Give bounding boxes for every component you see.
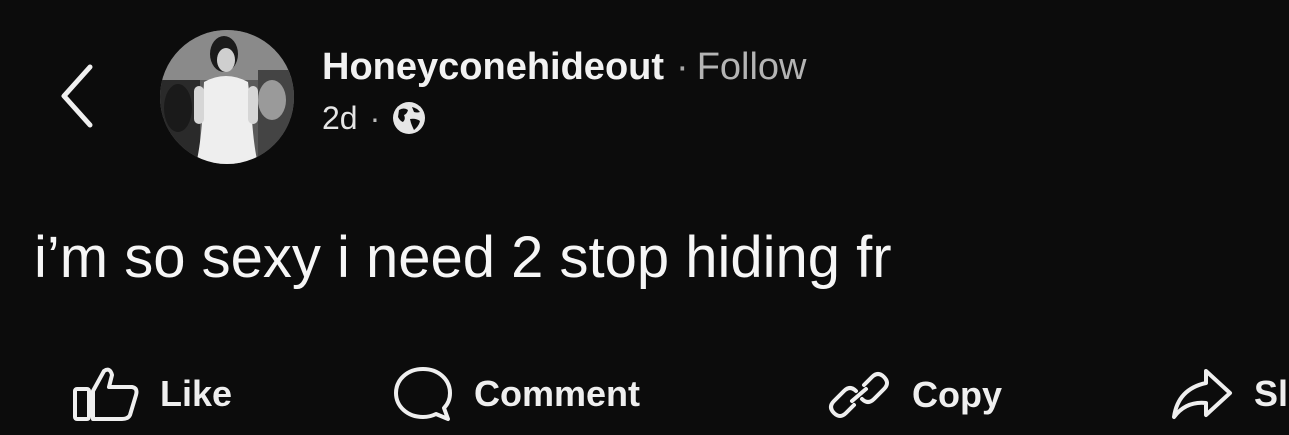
name-row: Honeyconehideout · Follow xyxy=(322,44,807,90)
share-label: Sl xyxy=(1254,373,1289,414)
post-text: i’m so sexy i need 2 stop hiding fr xyxy=(34,225,892,290)
link-icon xyxy=(829,372,889,418)
like-label: Like xyxy=(160,373,233,414)
chevron-left-icon xyxy=(61,64,93,128)
name-separator: · xyxy=(676,46,689,88)
comment-label: Comment xyxy=(474,373,641,414)
action-bar: Like Comment Copy Sl xyxy=(0,355,1289,435)
share-button[interactable]: Sl xyxy=(1170,365,1288,423)
meta-separator: · xyxy=(369,100,381,136)
thumbs-up-icon xyxy=(73,367,139,421)
username[interactable]: Honeyconehideout xyxy=(322,44,664,90)
like-button[interactable]: Like xyxy=(72,365,232,423)
avatar-photo xyxy=(160,30,294,164)
back-button[interactable] xyxy=(48,58,104,134)
avatar[interactable] xyxy=(160,30,294,164)
post-header: Honeyconehideout · Follow 2d · xyxy=(322,44,807,138)
follow-button[interactable]: Follow xyxy=(697,44,807,90)
comment-icon xyxy=(394,367,452,421)
timestamp[interactable]: 2d xyxy=(322,98,358,138)
copy-label: Copy xyxy=(912,374,1002,415)
copy-link-button[interactable]: Copy xyxy=(826,365,1002,425)
share-icon xyxy=(1172,369,1232,419)
post-meta: 2d · xyxy=(322,98,807,138)
globe-icon xyxy=(393,102,426,134)
comment-button[interactable]: Comment xyxy=(392,365,640,423)
